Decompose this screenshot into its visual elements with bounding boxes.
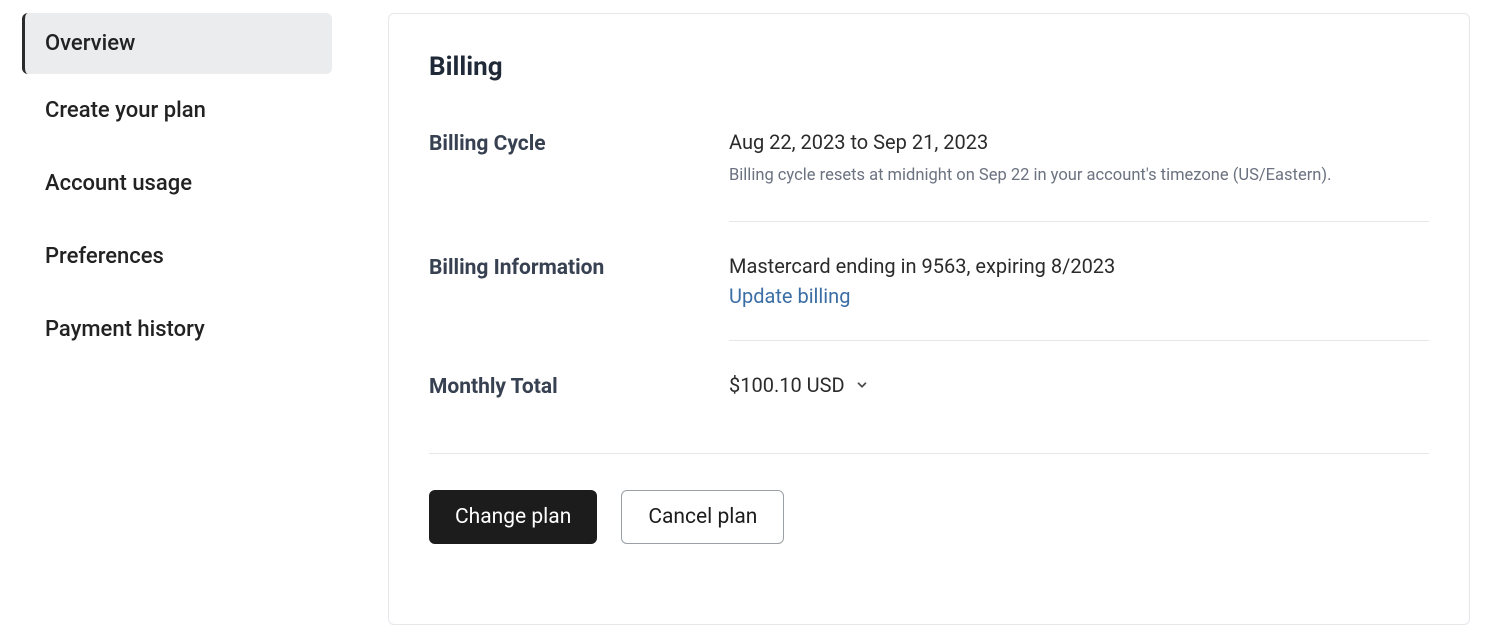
monthly-total-row: Monthly Total $100.10 USD — [429, 373, 1429, 399]
monthly-total-value: $100.10 USD — [729, 373, 1429, 397]
billing-cycle-label: Billing Cycle — [429, 130, 729, 156]
sidebar: Overview Create your plan Account usage … — [22, 13, 352, 625]
sidebar-item-overview[interactable]: Overview — [22, 13, 332, 74]
billing-cycle-row: Billing Cycle Aug 22, 2023 to Sep 21, 20… — [429, 130, 1429, 189]
change-plan-button[interactable]: Change plan — [429, 490, 597, 544]
footer-divider — [429, 453, 1429, 454]
sidebar-item-label: Preferences — [45, 244, 164, 269]
monthly-total-toggle[interactable]: $100.10 USD — [729, 373, 869, 397]
billing-cycle-note: Billing cycle resets at midnight on Sep … — [729, 164, 1429, 189]
billing-info-label: Billing Information — [429, 254, 729, 280]
cancel-plan-button[interactable]: Cancel plan — [621, 490, 784, 544]
sidebar-item-preferences[interactable]: Preferences — [22, 220, 332, 293]
panel-title: Billing — [429, 52, 1429, 82]
monthly-total-amount: $100.10 USD — [729, 373, 845, 397]
billing-panel: Billing Billing Cycle Aug 22, 2023 to Se… — [388, 13, 1470, 625]
billing-info-value: Mastercard ending in 9563, expiring 8/20… — [729, 254, 1429, 308]
sidebar-item-payment-history[interactable]: Payment history — [22, 293, 332, 366]
sidebar-item-label: Payment history — [45, 317, 205, 342]
chevron-down-icon — [855, 378, 869, 392]
sidebar-item-create-plan[interactable]: Create your plan — [22, 74, 332, 147]
billing-card-text: Mastercard ending in 9563, expiring 8/20… — [729, 254, 1429, 278]
divider — [729, 340, 1429, 341]
billing-info-row: Billing Information Mastercard ending in… — [429, 254, 1429, 308]
sidebar-item-account-usage[interactable]: Account usage — [22, 147, 332, 220]
billing-cycle-value: Aug 22, 2023 to Sep 21, 2023 Billing cyc… — [729, 130, 1429, 189]
sidebar-item-label: Account usage — [45, 171, 192, 196]
button-row: Change plan Cancel plan — [429, 490, 1429, 544]
billing-cycle-range: Aug 22, 2023 to Sep 21, 2023 — [729, 130, 1429, 154]
divider — [729, 221, 1429, 222]
sidebar-item-label: Create your plan — [45, 98, 206, 123]
sidebar-item-label: Overview — [45, 31, 135, 56]
update-billing-link[interactable]: Update billing — [729, 284, 850, 308]
monthly-total-label: Monthly Total — [429, 373, 729, 399]
